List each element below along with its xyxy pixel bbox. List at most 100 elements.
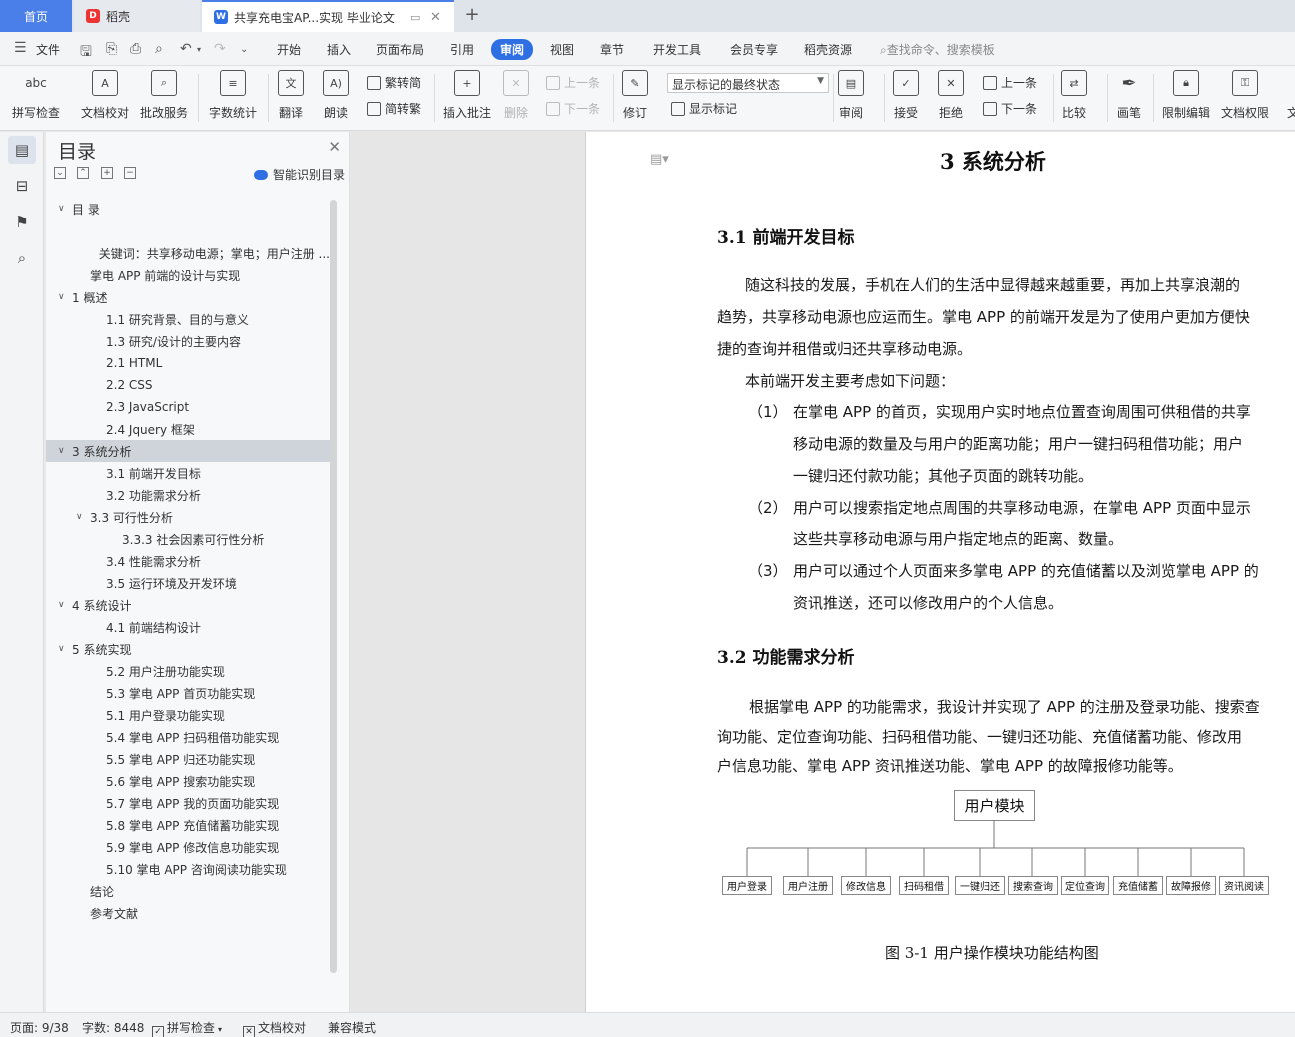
chevron-down-icon[interactable]: ∨ bbox=[58, 600, 72, 610]
toc-item[interactable]: 5.2 用户注册功能实现 bbox=[46, 660, 330, 682]
trad-to-simp-button[interactable]: 繁转简 bbox=[367, 74, 421, 91]
insert-comment-button[interactable]: + 插入批注 bbox=[443, 70, 491, 121]
toc-item[interactable]: 掌电 APP 前端的设计与实现 bbox=[46, 264, 330, 286]
tab-cloud-icon[interactable]: ▭ bbox=[410, 11, 420, 24]
toc-item[interactable]: 5.5 掌电 APP 归还功能实现 bbox=[46, 748, 330, 770]
print-icon[interactable]: ⎙ bbox=[130, 41, 141, 57]
menu-chapter[interactable]: 章节 bbox=[600, 41, 624, 58]
read-aloud-button[interactable]: A) 朗读 bbox=[323, 70, 349, 121]
chevron-down-icon[interactable]: ∨ bbox=[76, 512, 90, 522]
menu-reference[interactable]: 引用 bbox=[450, 41, 474, 58]
toc-item[interactable]: ∨ 目 录 bbox=[46, 198, 330, 220]
command-search[interactable]: ⌕查找命令、搜索模板 bbox=[880, 41, 995, 58]
toc-item[interactable]: 1.1 研究背景、目的与意义 bbox=[46, 308, 330, 330]
add-level-icon[interactable]: + bbox=[101, 167, 113, 179]
toc-item[interactable]: 5.6 掌电 APP 搜索功能实现 bbox=[46, 770, 330, 792]
batch-service-button[interactable]: ⌕ 批改服务 bbox=[140, 70, 188, 121]
toc-item[interactable]: 3.2 功能需求分析 bbox=[46, 484, 330, 506]
remove-level-icon[interactable]: − bbox=[124, 167, 136, 179]
toc-item[interactable]: ∨ 3.3 可行性分析 bbox=[46, 506, 330, 528]
page-indicator[interactable]: 页面: 9/38 bbox=[10, 1019, 69, 1036]
toc-item[interactable]: ∨ 5 系统实现 bbox=[46, 638, 330, 660]
simp-to-trad-button[interactable]: 简转繁 bbox=[367, 100, 421, 117]
delete-comment-button[interactable]: ✕ 删除 bbox=[503, 70, 529, 121]
translate-button[interactable]: 文 翻译 bbox=[278, 70, 304, 121]
prev-change-button[interactable]: 上一条 bbox=[983, 74, 1037, 91]
redo-icon[interactable]: ↷ bbox=[214, 41, 226, 57]
review-pane-button[interactable]: ▤ 审阅 bbox=[838, 70, 864, 121]
hamburger-menu-icon[interactable]: ☰ bbox=[14, 40, 27, 56]
menu-start[interactable]: 开始 bbox=[277, 41, 301, 58]
toc-item[interactable]: 5.10 掌电 APP 咨询阅读功能实现 bbox=[46, 858, 330, 880]
status-doc-proof[interactable]: ✕ 文档校对 bbox=[243, 1019, 306, 1037]
smart-toc-button[interactable]: 智能识别目录 bbox=[253, 166, 345, 183]
tab-home[interactable]: 首页 bbox=[0, 0, 72, 32]
toc-item[interactable]: 4.1 前端结构设计 bbox=[46, 616, 330, 638]
menu-developer[interactable]: 开发工具 bbox=[653, 41, 701, 58]
markup-state-select[interactable]: 显示标记的最终状态 ▼ bbox=[667, 73, 829, 93]
toc-item[interactable]: ∨ 1 概述 bbox=[46, 286, 330, 308]
prev-comment-button[interactable]: 上一条 bbox=[546, 74, 600, 91]
toc-item[interactable]: 1.3 研究/设计的主要内容 bbox=[46, 330, 330, 352]
chevron-down-icon[interactable]: ∨ bbox=[58, 644, 72, 654]
toc-item[interactable]: 5.3 掌电 APP 首页功能实现 bbox=[46, 682, 330, 704]
track-changes-button[interactable]: ✎ 修订 bbox=[622, 70, 648, 121]
search-icon[interactable]: ⌕ bbox=[8, 244, 36, 272]
undo-icon[interactable]: ↶ bbox=[180, 41, 192, 57]
show-markup-button[interactable]: 显示标记 bbox=[671, 100, 737, 117]
toc-item[interactable]: 2.1 HTML bbox=[46, 352, 330, 374]
print-preview-icon[interactable]: ⌕ bbox=[155, 41, 163, 57]
toc-item[interactable]: 参考文献 bbox=[46, 902, 330, 924]
toc-item[interactable]: 5.8 掌电 APP 充值储蓄功能实现 bbox=[46, 814, 330, 836]
toc-item[interactable]: 2.3 JavaScript bbox=[46, 396, 330, 418]
toc-item[interactable]: 3.4 性能需求分析 bbox=[46, 550, 330, 572]
close-icon[interactable]: ✕ bbox=[328, 138, 341, 156]
toc-item[interactable]: 3.1 前端开发目标 bbox=[46, 462, 330, 484]
toc-item[interactable]: 5.9 掌电 APP 修改信息功能实现 bbox=[46, 836, 330, 858]
toc-scrollbar[interactable] bbox=[330, 200, 337, 973]
word-count-button[interactable]: ≡ 字数统计 bbox=[209, 70, 257, 121]
menu-review[interactable]: 审阅 bbox=[491, 39, 534, 60]
new-tab-button[interactable]: + bbox=[462, 5, 482, 25]
customize-quick-access-icon[interactable]: ⌄ bbox=[240, 44, 248, 55]
toc-item[interactable]: 5.4 掌电 APP 扫码租借功能实现 bbox=[46, 726, 330, 748]
chevron-down-icon[interactable]: ∨ bbox=[58, 446, 72, 456]
undo-dropdown-icon[interactable]: ▾ bbox=[197, 45, 201, 54]
next-change-button[interactable]: 下一条 bbox=[983, 100, 1037, 117]
menu-daoke-resources[interactable]: 稻壳资源 bbox=[804, 41, 852, 58]
toc-item[interactable]: 2.2 CSS bbox=[46, 374, 330, 396]
toc-item[interactable]: 3.5 运行环境及开发环境 bbox=[46, 572, 330, 594]
toc-item[interactable]: ∨ 3 系统分析 bbox=[46, 440, 330, 462]
tab-daoke[interactable]: D 稻壳 bbox=[74, 0, 200, 32]
toc-item[interactable]: 5.7 掌电 APP 我的页面功能实现 bbox=[46, 792, 330, 814]
menu-member[interactable]: 会员专享 bbox=[730, 41, 778, 58]
collapse-all-icon[interactable]: ⌄ bbox=[54, 167, 66, 179]
menu-file[interactable]: 文件 bbox=[36, 41, 60, 58]
ribbon-more-button[interactable]: 文 bbox=[1280, 70, 1295, 121]
save-icon[interactable]: 🖫 bbox=[80, 41, 92, 65]
chevron-down-icon[interactable]: ∨ bbox=[58, 292, 72, 302]
word-count-indicator[interactable]: 字数: 8448 bbox=[82, 1019, 144, 1036]
toc-item[interactable]: 结论 bbox=[46, 880, 330, 902]
export-pdf-icon[interactable]: ⎘ bbox=[106, 41, 117, 57]
doc-permission-button[interactable]: ⚿ 文档权限 bbox=[1221, 70, 1269, 121]
toc-item[interactable]: 2.4 Jquery 框架 bbox=[46, 418, 330, 440]
toc-item[interactable] bbox=[46, 220, 330, 242]
doc-proof-button[interactable]: A 文档校对 bbox=[81, 70, 129, 121]
reject-button[interactable]: ✕ 拒绝 bbox=[938, 70, 964, 121]
pen-button[interactable]: ✒ 画笔 bbox=[1116, 70, 1142, 121]
accept-button[interactable]: ✓ 接受 bbox=[893, 70, 919, 121]
page-options-icon[interactable]: ▤▾ bbox=[650, 152, 669, 167]
tab-document[interactable]: W 共享充电宝AP...实现 毕业论文 ▭ ✕ bbox=[202, 0, 454, 32]
tab-close-icon[interactable]: ✕ bbox=[430, 10, 441, 25]
toc-item[interactable]: ∨ 4 系统设计 bbox=[46, 594, 330, 616]
next-comment-button[interactable]: 下一条 bbox=[546, 100, 600, 117]
toc-item[interactable]: 3.3.3 社会因素可行性分析 bbox=[46, 528, 330, 550]
chevron-down-icon[interactable]: ∨ bbox=[58, 204, 72, 214]
chapter-nav-icon[interactable]: ⊟ bbox=[8, 172, 36, 200]
menu-insert[interactable]: 插入 bbox=[327, 41, 351, 58]
toc-item[interactable]: 关键词：共享移动电源；掌电；用户注册 ... bbox=[46, 242, 330, 264]
bookmark-icon[interactable]: ⚑ bbox=[8, 208, 36, 236]
menu-layout[interactable]: 页面布局 bbox=[376, 41, 424, 58]
toc-panel-icon[interactable]: ▤ bbox=[8, 136, 36, 164]
